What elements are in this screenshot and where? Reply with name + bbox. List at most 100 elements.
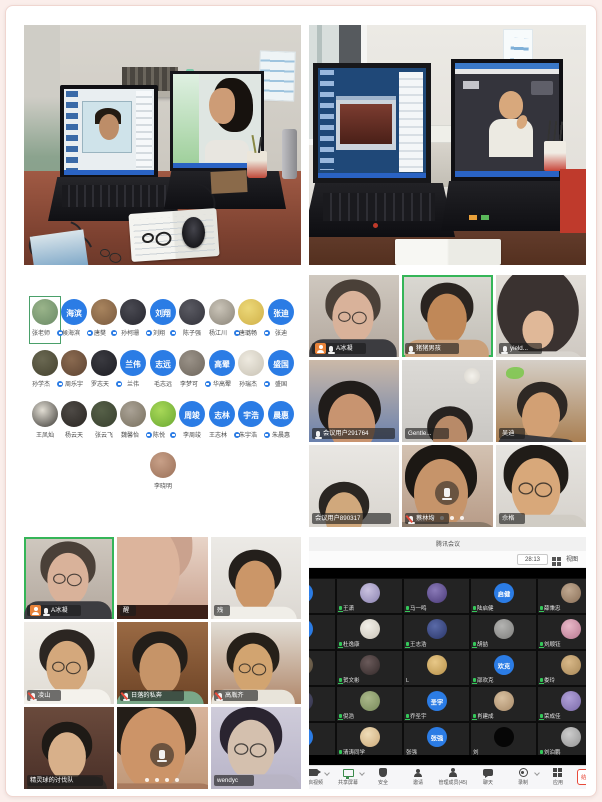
roster-member[interactable]: 周竣李周竣	[179, 401, 206, 439]
photo-avatar	[561, 619, 581, 639]
roster-member[interactable]: 盛国盛国	[267, 350, 294, 388]
meeting-tile[interactable]: 昊天	[309, 578, 336, 614]
roster-member[interactable]: 孙柯珊	[120, 299, 147, 337]
meeting-tile[interactable]: 刘泊鹏	[537, 722, 586, 755]
roster-member[interactable]: 宇浩朱宇浩	[238, 401, 265, 439]
meeting-tile[interactable]: 刘顺钰	[537, 614, 586, 650]
video-tile[interactable]: Gentle...	[402, 360, 492, 442]
video-tile[interactable]: 高胤齐	[211, 622, 301, 704]
meeting-tile[interactable]: 马一鸣	[403, 578, 470, 614]
girl-profile-face	[209, 88, 235, 124]
label: 唐璐畅	[239, 330, 257, 337]
roster-member[interactable]: 王凤灿	[31, 401, 58, 439]
shield-icon	[379, 768, 387, 777]
meeting-tile[interactable]: 王志浩	[403, 614, 470, 650]
photo-avatar	[238, 299, 264, 325]
roster-member[interactable]: 海滨候海滨	[61, 299, 88, 337]
green-object	[506, 367, 524, 379]
camera-button[interactable]: 开启视频	[309, 768, 326, 788]
video-tile[interactable]: 残	[211, 537, 301, 619]
roster-member[interactable]: 唐璐畅	[238, 299, 265, 337]
video-tile[interactable]: 吴迪	[496, 360, 586, 442]
video-tile[interactable]	[117, 707, 207, 789]
avatar-text: 志远	[155, 357, 171, 369]
video-tile[interactable]: wendyc	[211, 707, 301, 789]
members-button[interactable]: 管理成员(45)	[440, 768, 466, 788]
meeting-tile[interactable]: 刘	[470, 722, 537, 755]
meeting-tile[interactable]: 圣宇乔圣宇	[403, 686, 470, 722]
video-tile[interactable]: 会议用户890317	[309, 445, 399, 527]
video-tile[interactable]: A冰凝	[24, 537, 114, 619]
roster-member[interactable]: 刘翔刘翔	[149, 299, 176, 337]
label: 肖建成	[477, 713, 494, 719]
meeting-tile[interactable]: 薛秉忠	[537, 578, 586, 614]
meeting-tile[interactable]: 胡喆	[470, 614, 537, 650]
roster-member[interactable]: 陈悦	[149, 401, 176, 439]
roster-member[interactable]: 杨江川	[208, 299, 235, 337]
roster-member[interactable]: 孙学杰	[31, 350, 58, 388]
member-name-row: 朱宇浩	[234, 431, 268, 439]
roster-member[interactable]: 陈子强	[179, 299, 206, 337]
name-label: A冰凝	[312, 343, 366, 354]
video-tile[interactable]: 日落的私奔	[117, 622, 207, 704]
roster-member[interactable]: 志林王志林	[208, 401, 235, 439]
meeting-tile[interactable]: 倪浩	[336, 686, 403, 722]
meeting-tile[interactable]: 清涛同学	[336, 722, 403, 755]
meeting-tile[interactable]	[309, 650, 336, 686]
roster-member[interactable]: 晨惠朱晨惠	[267, 401, 294, 439]
meeting-tile[interactable]: 张强张强	[403, 722, 470, 755]
roster-member[interactable]: 唐樊	[90, 299, 117, 337]
video-tile[interactable]: 佘格	[496, 445, 586, 527]
meeting-tile[interactable]: 欢克邵欢克	[470, 650, 537, 686]
share-button[interactable]: 共享屏幕	[335, 768, 361, 788]
end-meeting-button[interactable]: 结束会议	[577, 769, 586, 785]
member-name-row: 唐璐畅	[234, 329, 268, 337]
video-tile[interactable]: 精灵球的讨伐队	[24, 707, 114, 789]
avatar-text: 欢克	[497, 660, 509, 669]
ceiling-lamp	[464, 368, 480, 384]
apps-button[interactable]: 应用	[545, 768, 571, 788]
page-dots	[145, 778, 179, 782]
roster-member[interactable]: 志远毛志远	[149, 350, 176, 388]
video-tile[interactable]: 醒	[117, 537, 207, 619]
meeting-tile[interactable]: 萌萌	[309, 614, 336, 650]
meeting-tile[interactable]	[309, 686, 336, 722]
end-meeting-button-clipped[interactable]: 结束会议	[577, 769, 586, 787]
meeting-tile[interactable]: 杜逸康	[336, 614, 403, 650]
label: 兰伟	[127, 381, 139, 388]
roster-member[interactable]: 兰伟兰伟	[120, 350, 147, 388]
roster-member[interactable]: 孙瑞杰	[238, 350, 265, 388]
roster-member[interactable]: 周乐宇	[61, 350, 88, 388]
label: 张老师	[32, 330, 50, 337]
video-tile[interactable]: A冰凝	[309, 275, 399, 357]
chat-button[interactable]: 聊天	[475, 768, 501, 788]
roster-member[interactable]: 李梦可	[179, 350, 206, 388]
roster-member[interactable]: 罗志天	[90, 350, 117, 388]
meeting-tile[interactable]: 小奇	[309, 722, 336, 755]
video-tile[interactable]: 会议用户291764	[309, 360, 399, 442]
layout-switch-button[interactable]: 视图	[552, 554, 582, 565]
video-tile[interactable]: 猪猪男孩	[402, 275, 492, 357]
photo-avatar	[360, 583, 380, 603]
roster-member[interactable]: 魏馨怡	[120, 401, 147, 439]
shield-button[interactable]: 安全	[370, 768, 396, 788]
video-tile[interactable]: 凌山	[24, 622, 114, 704]
roster-member[interactable]: 张云飞	[90, 401, 117, 439]
roster-member[interactable]: 杨云天	[61, 401, 88, 439]
record-button[interactable]: 录制	[510, 768, 536, 788]
meeting-tile[interactable]: L	[403, 650, 470, 686]
roster-row: 张老师 海滨候海滨唐樊孙柯珊刘翔刘翔陈子强杨江川唐璐畅 张迪张迪	[24, 299, 301, 337]
video-tile[interactable]: yield...	[496, 275, 586, 357]
roster-member[interactable]: 李晓明	[149, 452, 176, 490]
meeting-tile[interactable]: 王潇	[336, 578, 403, 614]
meeting-tile[interactable]: 启健陆启健	[470, 578, 537, 614]
meeting-tile[interactable]: 荣成佳	[537, 686, 586, 722]
video-tile[interactable]: 蔡林均	[402, 445, 492, 527]
meeting-tile[interactable]: 肖建成	[470, 686, 537, 722]
meeting-tile[interactable]: 贺文彬	[336, 650, 403, 686]
roster-member[interactable]: 张迪张迪	[267, 299, 294, 337]
roster-member[interactable]: 张老师	[31, 299, 58, 337]
meeting-tile[interactable]: 娄玲	[537, 650, 586, 686]
roster-member[interactable]: 高翚华高翚	[208, 350, 235, 388]
invite-button[interactable]: 邀请	[405, 768, 431, 788]
